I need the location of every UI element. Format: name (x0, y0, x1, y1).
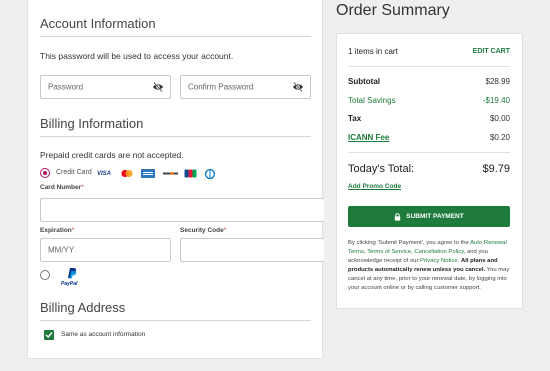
security-code-field[interactable] (180, 238, 324, 262)
subtotal-value: $28.99 (485, 77, 510, 86)
confirm-password-placeholder: Confirm Password (188, 82, 254, 92)
terms-of-service-link[interactable]: Terms of Service (367, 249, 411, 255)
eye-slash-icon[interactable] (152, 82, 164, 92)
checkout-form-panel: Account Information This password will b… (27, 0, 324, 359)
expiration-placeholder: MM/YY (48, 245, 75, 255)
diners-club-logo-icon (204, 168, 216, 179)
billing-address-heading: Billing Address (40, 300, 126, 315)
subtotal-row: Subtotal $28.99 (348, 77, 510, 86)
order-summary-heading: Order Summary (336, 2, 450, 19)
savings-row: Total Savings -$19.40 (348, 96, 510, 105)
tax-label: Tax (348, 114, 362, 123)
total-savings-value: -$19.40 (482, 96, 510, 105)
icann-fee-value: $0.20 (489, 133, 510, 142)
card-number-label: Card Number* (40, 184, 84, 191)
submit-payment-button[interactable]: SUBMIT PAYMENT (348, 206, 510, 227)
password-note: This password will be used to access you… (40, 51, 234, 61)
billing-information-heading: Billing Information (40, 116, 144, 131)
todays-total-label: Today's Total: (348, 163, 415, 175)
paypal-label: PayPal (61, 281, 78, 287)
terms-text: By clicking 'Submit Payment', you agree … (348, 239, 512, 293)
password-field[interactable]: Password (40, 75, 171, 99)
expiration-label: Expiration* (40, 227, 75, 234)
credit-card-label: Credit Card (56, 169, 92, 176)
amex-logo-icon (141, 169, 155, 178)
eye-slash-icon[interactable] (292, 82, 304, 92)
tax-row: Tax $0.00 (348, 114, 510, 123)
terms-text-part: By clicking 'Submit Payment', you agree … (348, 240, 471, 246)
card-number-field[interactable] (40, 198, 324, 222)
divider (348, 152, 510, 153)
subtotal-label: Subtotal (348, 77, 380, 86)
cancellation-policy-link[interactable]: Cancellation Policy (414, 249, 463, 255)
visa-logo-icon: VISA (97, 170, 112, 177)
privacy-notice-link[interactable]: Privacy Notice (420, 258, 458, 264)
mastercard-logo-icon (120, 169, 134, 178)
jcb-logo-icon (184, 169, 197, 178)
paypal-radio[interactable] (40, 270, 50, 280)
items-in-cart-text: 1 items in cart (348, 47, 398, 56)
security-code-label: Security Code* (180, 227, 227, 234)
credit-card-radio[interactable] (40, 168, 50, 178)
lock-icon (395, 212, 401, 221)
submit-payment-label: SUBMIT PAYMENT (406, 213, 464, 220)
edit-cart-link[interactable]: EDIT CART (473, 48, 510, 55)
tax-value: $0.00 (489, 114, 510, 123)
cart-row: 1 items in cart EDIT CART (348, 47, 510, 56)
divider (348, 66, 510, 67)
expiration-field[interactable]: MM/YY (40, 238, 171, 262)
divider (40, 320, 311, 321)
add-promo-code-link[interactable]: Add Promo Code (348, 183, 401, 190)
icann-fee-link[interactable]: ICANN Fee (348, 133, 389, 142)
confirm-password-field[interactable]: Confirm Password (180, 75, 311, 99)
total-savings-label: Total Savings (348, 96, 396, 105)
divider (40, 136, 311, 137)
todays-total-value: $9.79 (482, 163, 510, 175)
prepaid-note: Prepaid credit cards are not accepted. (40, 150, 184, 160)
total-row: Today's Total: $9.79 (348, 163, 510, 175)
same-as-account-checkbox[interactable] (44, 330, 54, 340)
account-information-heading: Account Information (40, 16, 156, 31)
divider (40, 36, 311, 37)
icann-fee-row: ICANN Fee $0.20 (348, 133, 510, 142)
password-placeholder: Password (48, 82, 84, 92)
discover-logo-icon (162, 169, 179, 178)
paypal-icon (68, 268, 77, 279)
order-summary-card: 1 items in cart EDIT CART Subtotal $28.9… (336, 33, 523, 309)
same-as-account-label: Same as account information (61, 331, 146, 338)
